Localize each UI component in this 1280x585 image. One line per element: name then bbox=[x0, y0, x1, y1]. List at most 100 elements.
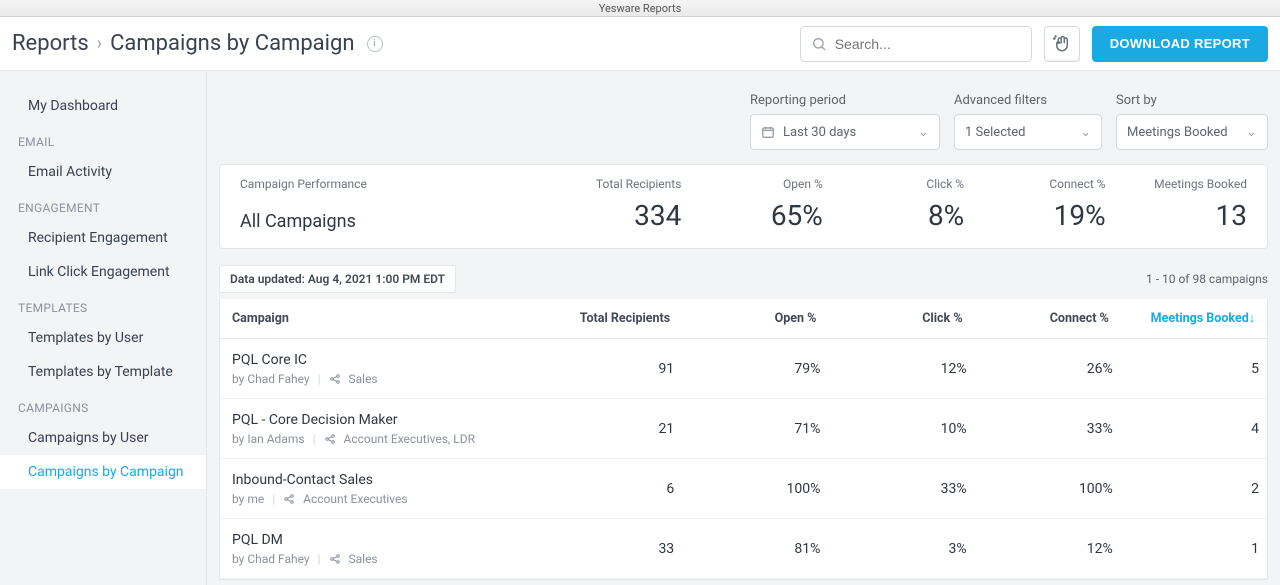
breadcrumb: Reports › Campaigns by Campaign i bbox=[12, 31, 383, 56]
summary-col-connect: Connect % bbox=[968, 177, 1105, 199]
sidebar-item-templates-by-user[interactable]: Templates by User bbox=[0, 321, 206, 355]
sidebar-section-templates: TEMPLATES bbox=[0, 289, 206, 321]
search-input-wrap[interactable] bbox=[800, 26, 1032, 62]
summary-col-meetings: Meetings Booked bbox=[1110, 177, 1247, 199]
advanced-filters-picker[interactable]: 1 Selected ⌄ bbox=[954, 114, 1102, 150]
campaign-name: PQL DM bbox=[232, 532, 528, 548]
wave-button[interactable] bbox=[1044, 26, 1080, 62]
calendar-icon bbox=[761, 125, 775, 139]
sort-by-picker[interactable]: Meetings Booked ⌄ bbox=[1116, 114, 1268, 150]
summary-val-meetings: 13 bbox=[1110, 199, 1247, 232]
campaign-author: Ian Adams bbox=[247, 432, 304, 446]
campaign-author: me bbox=[247, 492, 264, 506]
campaign-tag: Sales bbox=[349, 552, 378, 566]
summary-val-open: 65% bbox=[685, 199, 822, 232]
th-total-recipients[interactable]: Total Recipients bbox=[528, 311, 674, 326]
table-row[interactable]: PQL - Core Decision Maker by Ian Adams |… bbox=[220, 399, 1267, 459]
summary-val-click: 8% bbox=[827, 199, 964, 232]
main: Reporting period Last 30 days ⌄ Advanced… bbox=[207, 71, 1280, 585]
share-icon bbox=[329, 373, 341, 385]
sidebar-section-campaigns: CAMPAIGNS bbox=[0, 389, 206, 421]
cell-total-recipients: 33 bbox=[528, 541, 674, 557]
table-row[interactable]: PQL DM by Chad Fahey | Sales 33 81% 3% 1… bbox=[220, 519, 1267, 579]
cell-total-recipients: 21 bbox=[528, 421, 674, 437]
sidebar-item-templates-by-template[interactable]: Templates by Template bbox=[0, 355, 206, 389]
table-header: Campaign Total Recipients Open % Click %… bbox=[220, 299, 1267, 339]
sidebar-item-campaigns-by-user[interactable]: Campaigns by User bbox=[0, 421, 206, 455]
cell-connect: 100% bbox=[967, 481, 1113, 497]
chevron-down-icon: ⌄ bbox=[1246, 125, 1257, 140]
sidebar-section-engagement: ENGAGEMENT bbox=[0, 189, 206, 221]
advanced-filters-value: 1 Selected bbox=[965, 125, 1025, 140]
summary-col-open: Open % bbox=[685, 177, 822, 199]
share-icon bbox=[283, 493, 295, 505]
search-icon bbox=[811, 36, 827, 52]
sidebar-item-email-activity[interactable]: Email Activity bbox=[0, 155, 206, 189]
advanced-filters-label: Advanced filters bbox=[954, 93, 1102, 108]
sidebar-section-email: EMAIL bbox=[0, 123, 206, 155]
cell-open: 81% bbox=[674, 541, 820, 557]
info-icon[interactable]: i bbox=[367, 36, 383, 52]
table-row[interactable]: PQL Core IC by Chad Fahey | Sales 91 79%… bbox=[220, 339, 1267, 399]
reporting-period-label: Reporting period bbox=[750, 93, 940, 108]
share-icon bbox=[324, 433, 336, 445]
th-meetings[interactable]: Meetings Booked↓ bbox=[1113, 311, 1259, 326]
cell-open: 71% bbox=[674, 421, 820, 437]
hand-wave-icon bbox=[1053, 35, 1071, 53]
cell-connect: 12% bbox=[967, 541, 1113, 557]
breadcrumb-current: Campaigns by Campaign bbox=[110, 31, 354, 56]
search-input[interactable] bbox=[835, 36, 1021, 52]
chevron-right-icon: › bbox=[97, 33, 102, 54]
download-report-button[interactable]: DOWNLOAD REPORT bbox=[1092, 26, 1268, 62]
campaign-tag: Sales bbox=[349, 372, 378, 386]
meta-row: Data updated: Aug 4, 2021 1:00 PM EDT 1 … bbox=[219, 265, 1268, 293]
sidebar: My Dashboard EMAIL Email Activity ENGAGE… bbox=[0, 71, 207, 585]
campaign-name: PQL - Core Decision Maker bbox=[232, 412, 528, 428]
cell-open: 79% bbox=[674, 361, 820, 377]
paging-label: 1 - 10 of 98 campaigns bbox=[1146, 272, 1268, 286]
cell-click: 12% bbox=[820, 361, 966, 377]
sort-desc-icon: ↓ bbox=[1249, 311, 1255, 326]
campaign-author: Chad Fahey bbox=[247, 552, 309, 566]
cell-meetings: 2 bbox=[1113, 481, 1259, 497]
th-campaign[interactable]: Campaign bbox=[228, 311, 528, 326]
campaign-tag: Account Executives bbox=[303, 492, 407, 506]
cell-meetings: 5 bbox=[1113, 361, 1259, 377]
window-title: Yesware Reports bbox=[599, 2, 682, 15]
cell-meetings: 4 bbox=[1113, 421, 1259, 437]
sort-by-label: Sort by bbox=[1116, 93, 1268, 108]
breadcrumb-root[interactable]: Reports bbox=[12, 31, 89, 56]
campaign-author: Chad Fahey bbox=[247, 372, 309, 386]
share-icon bbox=[329, 553, 341, 565]
topbar: Reports › Campaigns by Campaign i DOWNLO… bbox=[0, 17, 1280, 71]
th-open[interactable]: Open % bbox=[674, 311, 820, 326]
campaign-tag: Account Executives, LDR bbox=[344, 432, 476, 446]
chevron-down-icon: ⌄ bbox=[1080, 125, 1091, 140]
cell-meetings: 1 bbox=[1113, 541, 1259, 557]
sidebar-item-link-click-engagement[interactable]: Link Click Engagement bbox=[0, 255, 206, 289]
cell-click: 33% bbox=[820, 481, 966, 497]
summary-val-connect: 19% bbox=[968, 199, 1105, 232]
reporting-period-picker[interactable]: Last 30 days ⌄ bbox=[750, 114, 940, 150]
cell-total-recipients: 91 bbox=[528, 361, 674, 377]
sidebar-item-recipient-engagement[interactable]: Recipient Engagement bbox=[0, 221, 206, 255]
chevron-down-icon: ⌄ bbox=[918, 125, 929, 140]
window-titlebar: Yesware Reports bbox=[0, 0, 1280, 17]
summary-col-total-recipients: Total Recipients bbox=[544, 177, 681, 199]
campaign-table: Campaign Total Recipients Open % Click %… bbox=[219, 299, 1268, 580]
th-click[interactable]: Click % bbox=[820, 311, 966, 326]
cell-click: 10% bbox=[820, 421, 966, 437]
summary-name: All Campaigns bbox=[240, 211, 540, 232]
filters: Reporting period Last 30 days ⌄ Advanced… bbox=[207, 71, 1280, 164]
cell-open: 100% bbox=[674, 481, 820, 497]
sort-by-value: Meetings Booked bbox=[1127, 125, 1228, 140]
table-row[interactable]: Inbound-Contact Sales by me | Account Ex… bbox=[220, 459, 1267, 519]
sidebar-item-campaigns-by-campaign[interactable]: Campaigns by Campaign bbox=[0, 455, 206, 489]
summary-col-click: Click % bbox=[827, 177, 964, 199]
cell-connect: 33% bbox=[967, 421, 1113, 437]
sidebar-item-my-dashboard[interactable]: My Dashboard bbox=[0, 89, 206, 123]
cell-click: 3% bbox=[820, 541, 966, 557]
data-updated-label: Data updated: Aug 4, 2021 1:00 PM EDT bbox=[219, 265, 456, 293]
th-connect[interactable]: Connect % bbox=[967, 311, 1113, 326]
summary-card: Campaign Performance Total Recipients Op… bbox=[219, 164, 1268, 249]
